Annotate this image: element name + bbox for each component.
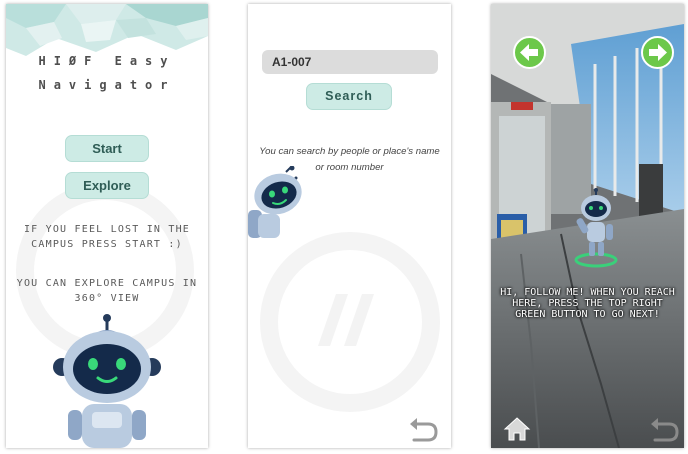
undo-arrow-icon[interactable] xyxy=(408,418,438,444)
hexagon-pattern-header xyxy=(6,4,208,60)
lost-instruction-text: IF YOU FEEL LOST IN THE CAMPUS PRESS STA… xyxy=(23,224,191,250)
explore-instruction-text: YOU CAN EXPLORE CAMPUS IN 360° VIEW xyxy=(16,278,198,304)
search-screen: A1-007 Search You can search by people o… xyxy=(248,4,451,448)
search-input-value: A1-007 xyxy=(272,55,312,69)
home-screen: HIØF Easy Navigator Start Explore IF YOU… xyxy=(6,4,208,448)
app-title-line1: HIØF Easy xyxy=(38,54,176,68)
next-step-button[interactable] xyxy=(641,36,674,69)
robot-mascot-icon xyxy=(53,314,161,448)
previous-step-button[interactable] xyxy=(513,36,546,69)
logo-slashes-watermark xyxy=(318,294,374,346)
explore-button[interactable]: Explore xyxy=(65,172,149,199)
ar-robot-guide xyxy=(574,188,618,268)
ar-guide-message: HI, FOLLOW ME! WHEN YOU REACH HERE, PRES… xyxy=(500,287,675,320)
ar-camera-screen: HI, FOLLOW ME! WHEN YOU REACH HERE, PRES… xyxy=(491,4,684,448)
search-button[interactable]: Search xyxy=(306,83,392,110)
robot-peeking-icon xyxy=(248,166,302,238)
search-input[interactable]: A1-007 xyxy=(262,50,438,74)
arrow-left-icon xyxy=(520,44,538,61)
app-title-line2: Navigator xyxy=(38,78,176,92)
start-button[interactable]: Start xyxy=(65,135,149,162)
home-icon[interactable] xyxy=(503,416,531,442)
arrow-right-icon xyxy=(649,44,667,61)
undo-arrow-icon[interactable] xyxy=(649,418,679,444)
